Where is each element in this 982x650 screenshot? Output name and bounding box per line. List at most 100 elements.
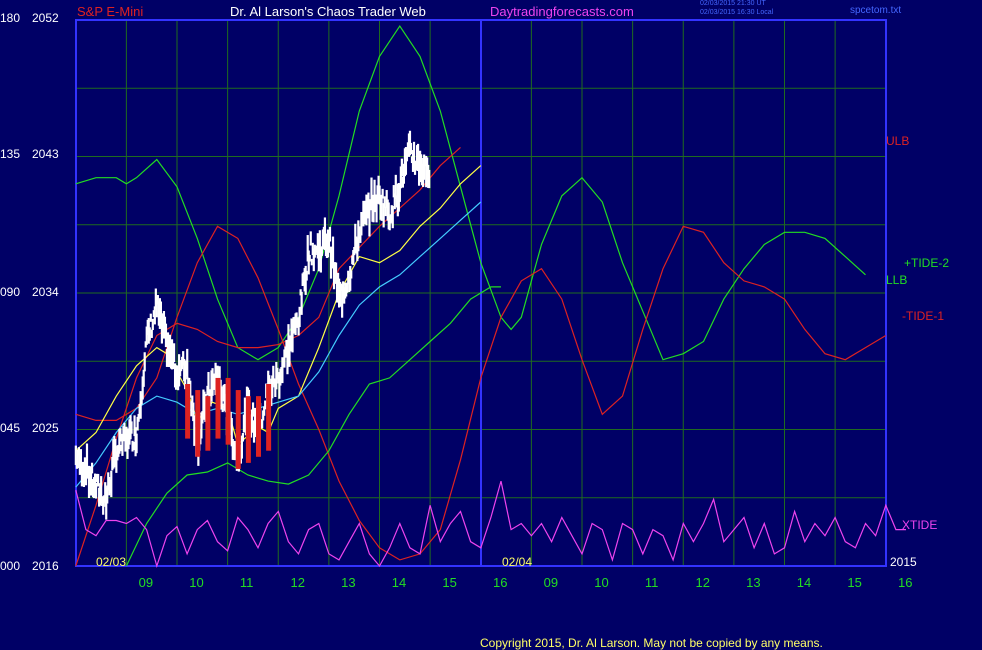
- x-tick-label: 15: [442, 575, 457, 590]
- label-tide1: -TIDE-1: [902, 309, 944, 323]
- price-bar: [394, 174, 397, 199]
- x-tick-label: 13: [746, 575, 761, 590]
- label-xtide: XTIDE: [902, 518, 938, 532]
- price-bar: [381, 188, 384, 199]
- price-bar: [309, 231, 312, 246]
- x-tick-label: 13: [341, 575, 356, 590]
- x-tick-label: 09: [138, 575, 154, 590]
- price-bar: [186, 348, 189, 380]
- price-bar: [253, 407, 257, 433]
- x-tick-label: 15: [847, 575, 862, 590]
- series-layer: [75, 25, 906, 569]
- price-bar-down: [205, 396, 211, 451]
- price-bar-down: [245, 396, 251, 463]
- site-url-link[interactable]: Daytradingforecasts.com: [490, 4, 634, 19]
- x-tick-label: 11: [644, 575, 659, 590]
- price-bar: [359, 235, 362, 243]
- price-bar: [89, 471, 93, 496]
- price-bar: [119, 428, 122, 442]
- x-tick-label: 14: [796, 575, 812, 590]
- axis-price-2016: 2016: [32, 559, 59, 573]
- x-tick-label: 16: [898, 575, 913, 590]
- x-tick-label: 10: [189, 575, 204, 590]
- price-bar: [110, 470, 113, 498]
- axis-price-2034: 2034: [32, 285, 59, 299]
- copyright-notice: Copyright 2015, Dr. Al Larson. May not b…: [480, 636, 823, 650]
- price-bar: [171, 361, 175, 370]
- price-bar: [148, 327, 151, 341]
- axis-price-2043: 2043: [32, 147, 59, 161]
- price-bar: [79, 449, 83, 463]
- price-bar: [121, 433, 124, 456]
- series-line-llb: [125, 286, 501, 567]
- price-bar: [305, 270, 308, 281]
- axis-label-180: 180: [0, 11, 21, 25]
- price-bar: [384, 206, 387, 217]
- price-bar: [300, 291, 303, 315]
- year-label: 2015: [890, 555, 917, 569]
- file-name-label: spcetom.txt: [850, 5, 902, 16]
- price-bar: [149, 313, 152, 322]
- price-bar: [370, 177, 373, 211]
- x-tick-label: 14: [391, 575, 407, 590]
- symbol-label: S&P E-Mini: [77, 4, 144, 19]
- price-bar: [172, 343, 176, 363]
- price-bar: [93, 473, 97, 484]
- timestamp-local: 02/03/2015 16:30 Local: [700, 9, 774, 16]
- x-tick-label: 09: [543, 575, 559, 590]
- price-bar: [164, 323, 168, 348]
- price-bar: [328, 226, 332, 242]
- price-bar: [97, 473, 100, 487]
- price-bar-down: [235, 390, 241, 469]
- price-bar: [251, 402, 255, 417]
- date-label-start: 02/03: [96, 555, 127, 569]
- label-tide2: +TIDE-2: [904, 256, 950, 270]
- axis-label-135: 135: [0, 147, 21, 161]
- timestamp-ut: 02/03/2015 21:30 UT: [700, 0, 766, 7]
- price-bar: [308, 254, 311, 262]
- price-bar: [350, 270, 353, 279]
- price-bar-down: [225, 377, 231, 445]
- price-bar-down: [195, 390, 201, 457]
- price-bar: [298, 306, 301, 328]
- price-bar: [130, 421, 133, 434]
- price-bar: [375, 194, 378, 223]
- price-bar: [221, 403, 224, 413]
- price-bar: [190, 401, 193, 417]
- price-bar: [391, 205, 394, 229]
- price-bar: [380, 194, 383, 221]
- price-bar: [143, 352, 146, 372]
- label-llb: LLB: [886, 273, 908, 287]
- price-bar: [383, 196, 386, 208]
- x-tick-label: 12: [695, 575, 710, 590]
- x-tick-label: 16: [493, 575, 508, 590]
- price-bars-layer: [74, 130, 431, 520]
- price-bar: [95, 482, 98, 499]
- date-label-next: 02/04: [502, 555, 533, 569]
- price-bar: [373, 179, 376, 204]
- price-bar: [176, 365, 179, 377]
- series-line-xtide: [75, 480, 906, 569]
- price-bar: [331, 236, 335, 266]
- price-bar: [135, 433, 138, 454]
- price-bar: [409, 142, 413, 155]
- price-bar: [400, 158, 403, 177]
- x-tick-label: 11: [239, 575, 254, 590]
- price-bar: [151, 318, 154, 331]
- price-bar: [261, 420, 264, 429]
- x-tick-label: 12: [290, 575, 305, 590]
- series-line-tide2: [75, 25, 866, 361]
- price-bar: [142, 369, 145, 387]
- price-bar: [84, 474, 88, 486]
- axis-price-2025: 2025: [32, 421, 59, 435]
- price-bar: [150, 329, 153, 338]
- price-bar: [241, 433, 245, 442]
- price-bar-down: [185, 384, 191, 439]
- price-bar: [334, 262, 338, 284]
- label-ulb: ULB: [886, 134, 910, 148]
- site-title: Dr. Al Larson's Chaos Trader Web: [230, 4, 426, 19]
- axis-label-000: 000: [0, 559, 21, 573]
- price-bar-down: [215, 377, 221, 439]
- price-bar: [191, 395, 194, 404]
- chaos-tide-chart: [74, 19, 906, 569]
